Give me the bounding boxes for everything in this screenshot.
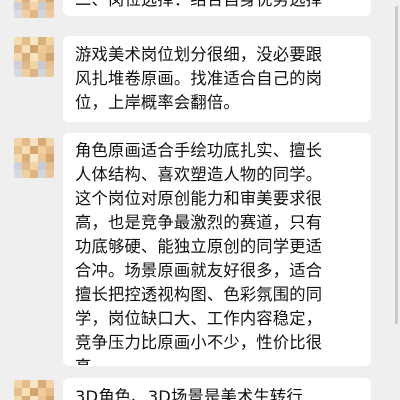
chat-message-list[interactable]: 二、岗位选择：结合自身优势选择 游戏美术岗位划分很细，没必要跟 风扎堆卷原画。找… [0, 0, 400, 400]
message-bubble[interactable]: 角色原画适合手绘功底扎实、擅长 人体结构、喜欢塑造人物的同学。 这个岗位对原创能… [63, 133, 371, 366]
message-text-line: 角色原画适合手绘功底扎实、擅长 [75, 141, 323, 160]
message-text-line: 高。 [75, 355, 359, 366]
message-text-line: 功底够硬、能独立原创的同学更适 [75, 237, 323, 256]
message-text-line: 竞争压力比原画小不少，性价比很 [75, 333, 323, 352]
message-text-line: 位，上岸概率会翻倍。 [75, 93, 240, 112]
message-text-line: 风扎堆卷原画。找准适合自己的岗 [75, 69, 323, 88]
message-text-line: 这个岗位对原创能力和审美要求很 [75, 189, 323, 208]
message-text-line: 游戏美术岗位划分很细，没必要跟 [75, 45, 323, 64]
message-bubble[interactable]: 二、岗位选择：结合自身优势选择 [63, 0, 371, 16]
message-text-line: 人体结构、喜欢塑造人物的同学。 [75, 165, 323, 184]
message-text-line: 学，岗位缺口大、工作内容稳定， [75, 309, 323, 328]
message-text-line: 二、岗位选择：结合自身优势选择 [75, 0, 359, 12]
sender-avatar[interactable] [14, 37, 54, 77]
sender-avatar[interactable] [14, 0, 54, 18]
message-bubble[interactable]: 游戏美术岗位划分很细，没必要跟 风扎堆卷原画。找准适合自己的岗 位，上岸概率会翻… [63, 36, 371, 122]
scrollbar[interactable] [395, 6, 398, 324]
sender-avatar[interactable] [14, 380, 54, 400]
message-text-line: 高，也是竞争最激烈的赛道，只有 [75, 213, 323, 232]
message-text-line: 擅长把控透视构图、色彩氛围的同 [75, 285, 323, 304]
message-text-line: 3D角色、3D场景是美术生转行 [75, 387, 303, 400]
message-text-line: 合冲。场景原画就友好很多，适合 [75, 261, 323, 280]
message-bubble[interactable]: 3D角色、3D场景是美术生转行 [63, 378, 371, 400]
sender-avatar[interactable] [14, 138, 54, 178]
